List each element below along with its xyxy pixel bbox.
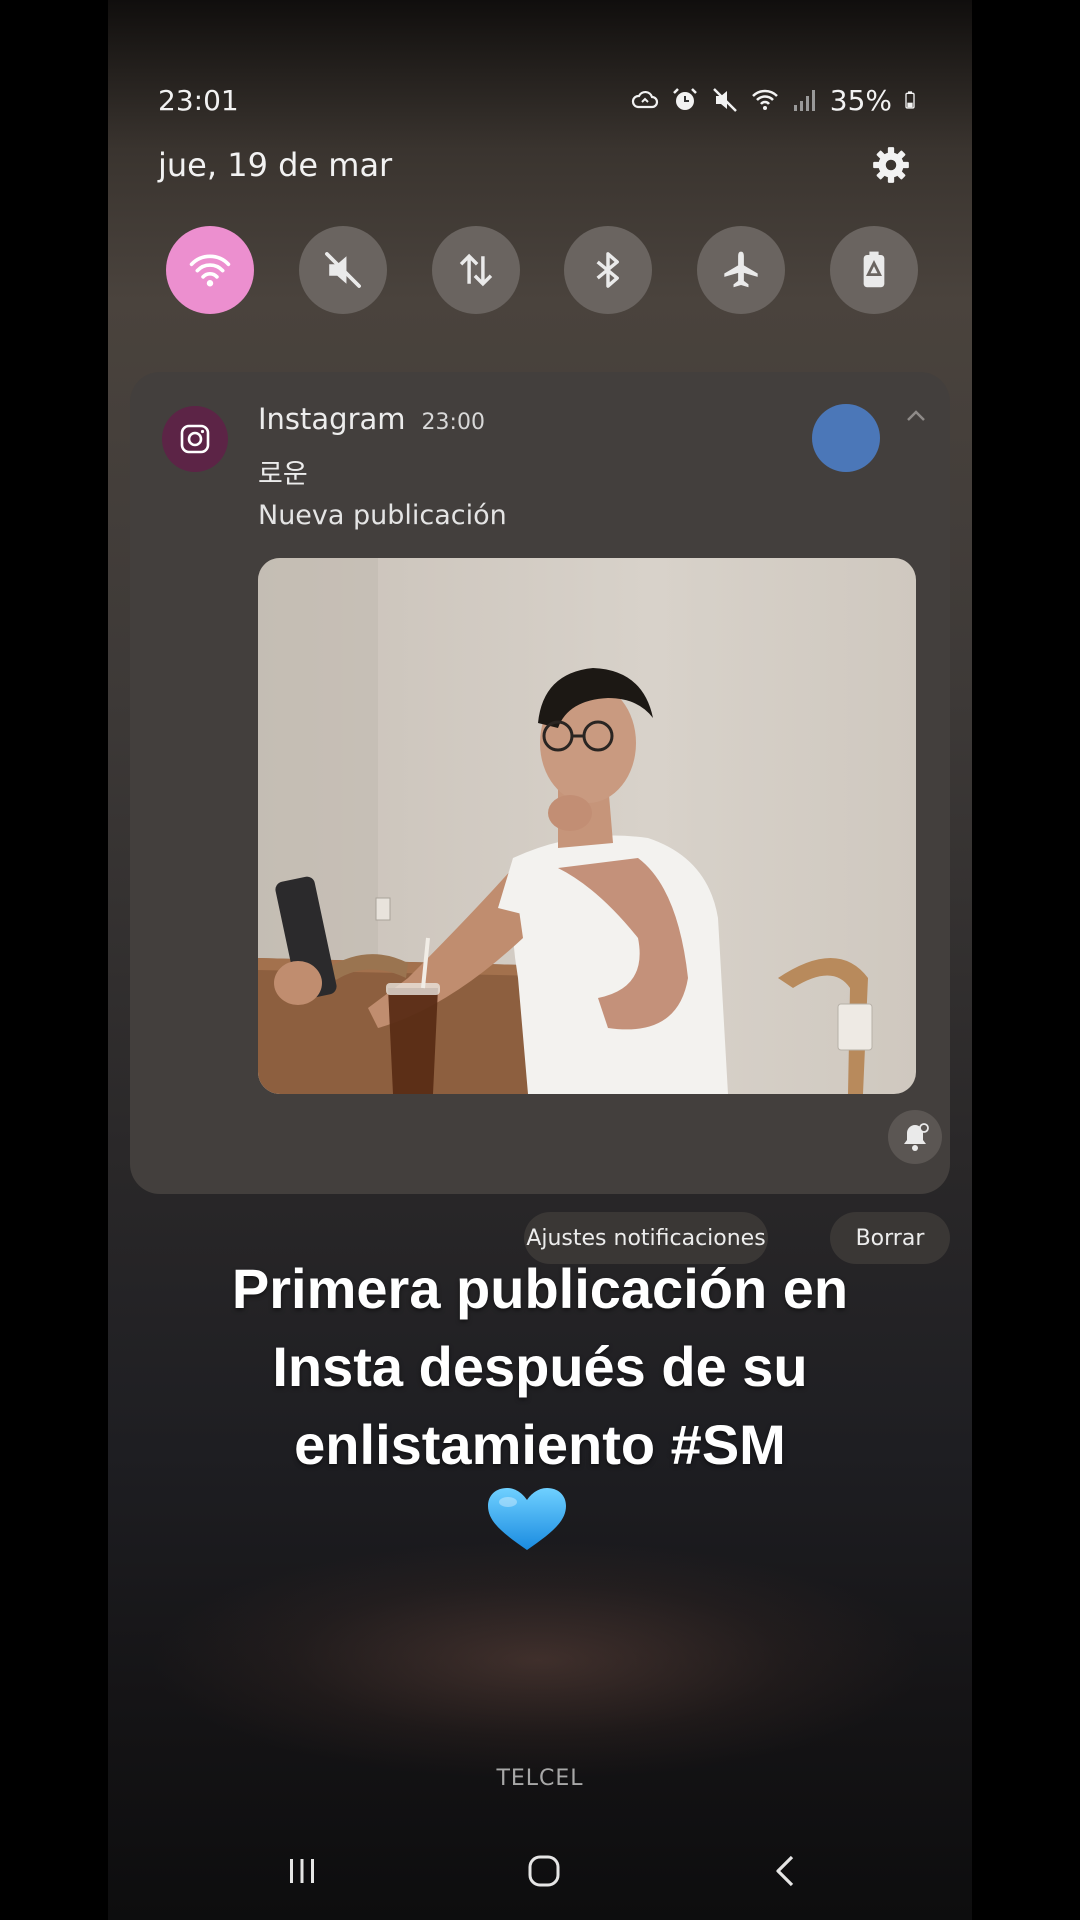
alarm-icon — [672, 88, 697, 110]
carrier-label: TELCEL — [496, 1766, 584, 1791]
bell-snooze-icon — [904, 1123, 929, 1151]
quick-settings — [166, 226, 918, 316]
home-icon — [528, 1855, 560, 1887]
phone-screen: 23:01 35% jue, 19 de mar Instagram 23:00… — [108, 0, 972, 1920]
blue-heart-icon — [488, 1488, 566, 1550]
back-icon — [776, 1855, 794, 1887]
wifi-icon — [189, 254, 231, 287]
notification-text: Nueva publicación — [258, 500, 507, 531]
instagram-app-icon — [162, 406, 228, 472]
qs-tile-sound[interactable] — [298, 226, 387, 314]
gear-icon[interactable] — [870, 144, 912, 186]
battery-icon — [905, 91, 915, 109]
qs-tile-wifi[interactable] — [166, 226, 254, 314]
mute-icon — [712, 88, 737, 112]
notification-time: 23:00 — [421, 410, 485, 435]
notification-header: Instagram 23:00 — [258, 402, 485, 436]
battery-saver-icon — [863, 251, 885, 288]
qs-tile-power-saving[interactable] — [829, 226, 918, 314]
notification-photo[interactable] — [258, 558, 916, 1094]
status-icons: 35% — [630, 84, 922, 117]
date-label: jue, 19 de mar — [158, 146, 393, 184]
data-transfer-icon — [459, 253, 492, 287]
signal-icon — [793, 90, 815, 111]
notification-sender: 로운 — [258, 459, 308, 490]
qs-tile-bluetooth[interactable] — [564, 226, 653, 314]
clock: 23:01 — [158, 83, 239, 117]
airplane-icon — [724, 251, 758, 288]
caption-line-2: Insta después de su — [272, 1335, 808, 1398]
navigation-bar — [108, 1842, 972, 1900]
wifi-icon — [751, 89, 778, 110]
notification-app-name: Instagram — [258, 402, 406, 436]
caption-line-1: Primera publicación en — [231, 1257, 849, 1320]
background-glow — [148, 1540, 928, 1780]
caption-overlay: Primera publicación en Insta después de … — [108, 1250, 972, 1484]
qs-tile-mobile-data[interactable] — [431, 226, 520, 314]
home-button[interactable] — [514, 1842, 574, 1900]
photo-man-with-phone — [258, 558, 916, 1094]
date-row: jue, 19 de mar — [158, 140, 912, 190]
recents-button[interactable] — [272, 1842, 332, 1900]
mute-icon — [324, 252, 361, 288]
chevron-up-icon[interactable] — [902, 402, 930, 430]
sender-avatar — [812, 404, 880, 472]
recents-icon — [290, 1859, 314, 1883]
status-bar: 23:01 35% — [158, 78, 922, 122]
notification-card[interactable]: Instagram 23:00 로운 Nueva publicación — [130, 372, 950, 1194]
back-button[interactable] — [756, 1842, 816, 1900]
cloud-sync-icon — [631, 90, 658, 109]
battery-percent: 35% — [829, 83, 892, 117]
instagram-icon — [180, 424, 210, 454]
snooze-button[interactable] — [888, 1110, 942, 1164]
qs-tile-airplane[interactable] — [697, 226, 786, 314]
bluetooth-icon — [596, 252, 620, 288]
caption-line-3: enlistamiento #SM — [294, 1413, 786, 1476]
